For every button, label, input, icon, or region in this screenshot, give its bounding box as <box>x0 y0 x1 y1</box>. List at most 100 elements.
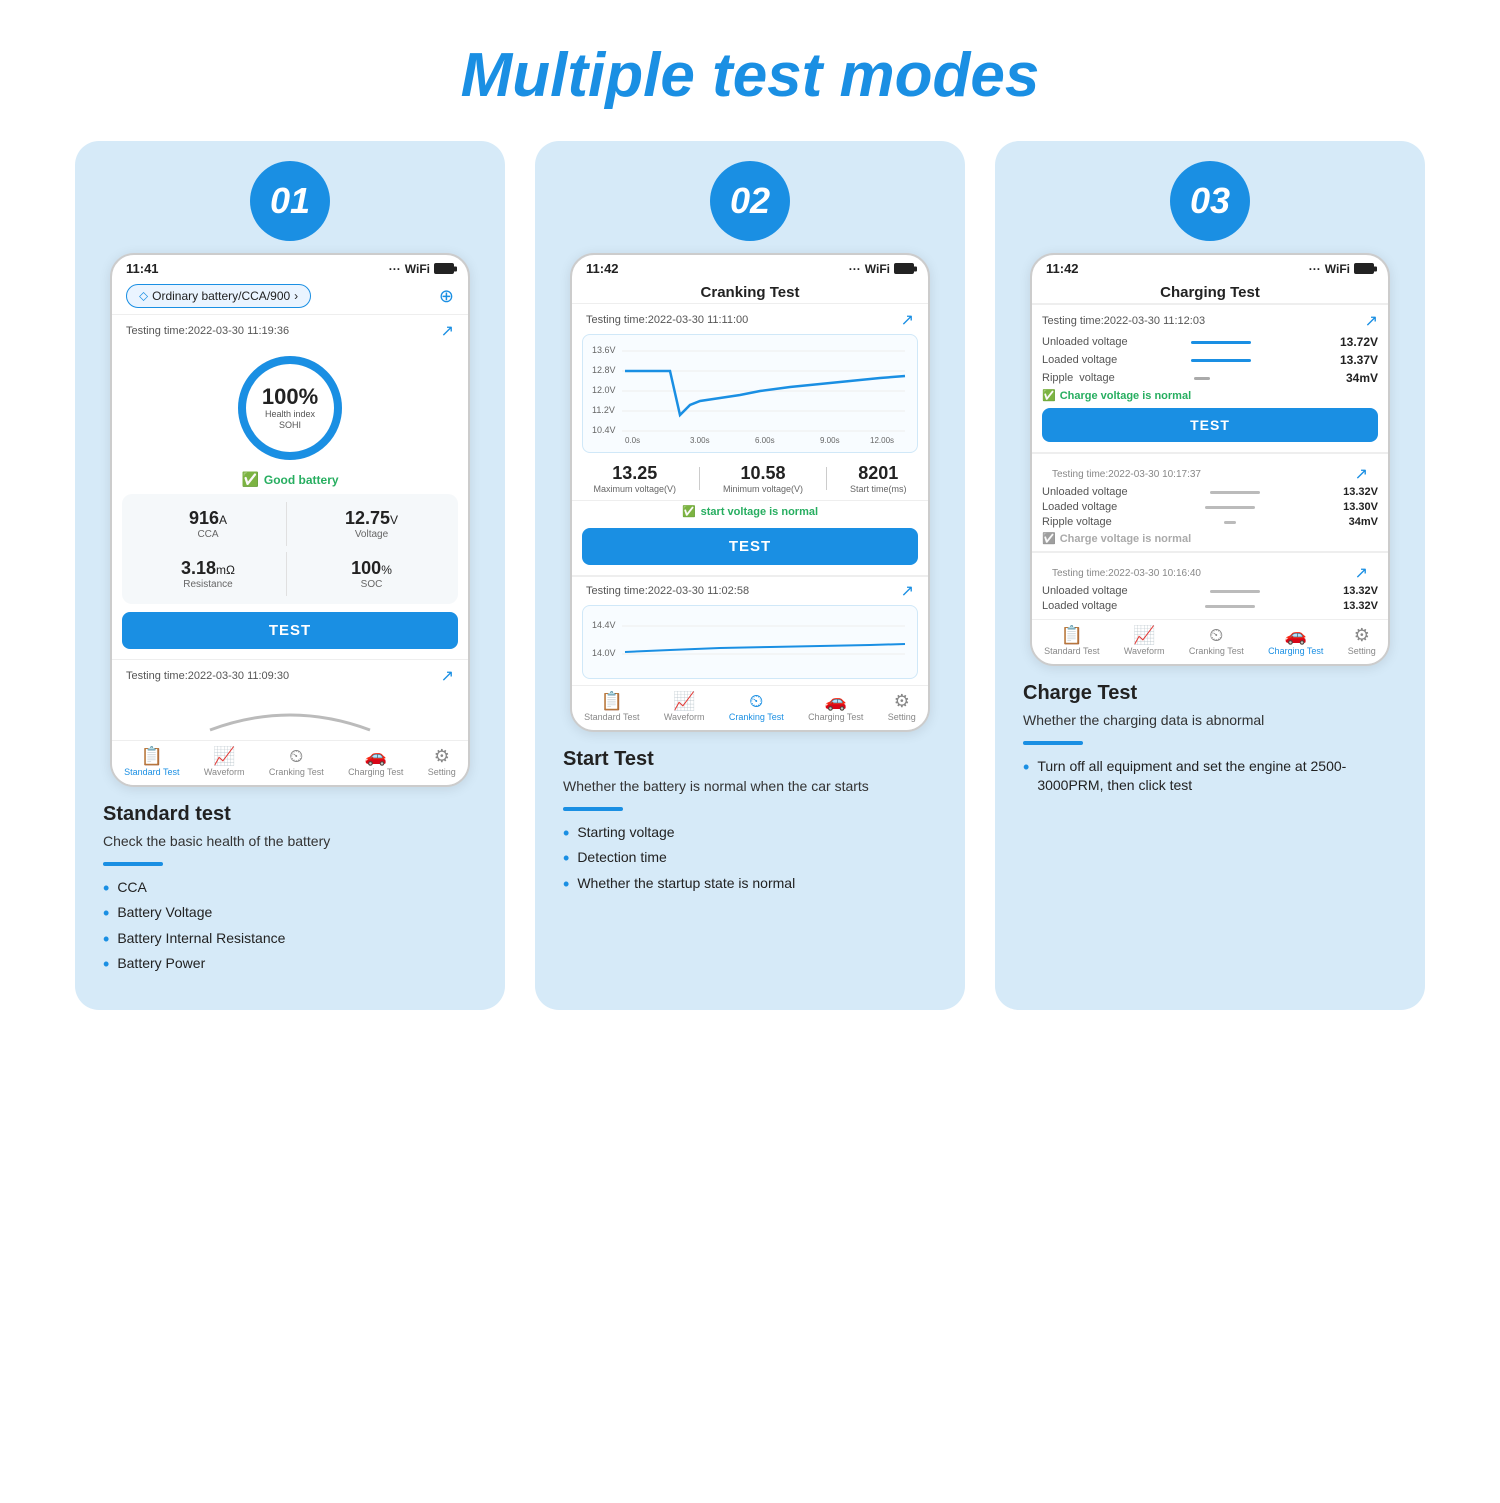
good-battery-text: Good battery <box>264 473 339 487</box>
test-button-c[interactable]: TEST <box>582 528 918 565</box>
testing-time-1: Testing time:2022-03-30 11:19:36 <box>126 325 289 337</box>
charge-test-btn[interactable]: TEST <box>1042 408 1378 442</box>
badge-01: 01 <box>250 161 330 241</box>
hist-unloaded-label: Unloaded voltage <box>1042 486 1128 498</box>
cranking-icon: ⏲ <box>289 747 303 765</box>
cranking-testing-time-1: Testing time:2022-03-30 11:11:00 ↗ <box>572 304 928 334</box>
nav-cranking-2[interactable]: ⏲ Cranking Test <box>729 692 784 722</box>
share-icon-ch2[interactable]: ↗ <box>1355 464 1368 484</box>
start-normal-row: ✅ start voltage is normal <box>572 501 928 524</box>
loaded-row-1: Loaded voltage 13.37V <box>1042 353 1378 367</box>
hist-line-5 <box>1205 605 1255 608</box>
hist-unloaded-val: 13.32V <box>1343 486 1378 498</box>
list-item: •CCA <box>103 878 477 898</box>
svg-text:6.00s: 6.00s <box>755 436 775 443</box>
min-voltage-metric: 10.58 Minimum voltage(V) <box>723 463 803 494</box>
badge-03: 03 <box>1170 161 1250 241</box>
cranking-chart-2: 14.4V 14.0V <box>582 605 918 679</box>
svg-text:12.8V: 12.8V <box>592 365 616 375</box>
charging-title-row: Charging Test <box>1032 280 1388 303</box>
charge-history-2: Testing time:2022-03-30 10:16:40 ↗ Unloa… <box>1032 552 1388 619</box>
card2-desc: Start Test Whether the battery is normal… <box>555 732 945 899</box>
add-icon[interactable]: ⊕ <box>439 286 454 307</box>
cranking-time-2: Testing time:2022-03-30 11:02:58 <box>586 585 749 597</box>
nav-standard-1[interactable]: 📋 Standard Test <box>124 747 179 777</box>
share-icon-1[interactable]: ↗ <box>441 321 454 341</box>
standard-test-icon-3: 📋 <box>1061 626 1083 644</box>
nav-standard-2[interactable]: 📋 Standard Test <box>584 692 639 722</box>
sohi-label: SOHI <box>262 420 318 431</box>
test-button-1[interactable]: TEST <box>122 612 458 649</box>
resistance-value: 3.18mΩ <box>181 558 235 579</box>
ripple-val-1: 34mV <box>1346 371 1378 385</box>
nav-standard-label-1: Standard Test <box>124 767 179 777</box>
card-charging: 03 11:42 ··· WiFi Charging Test Testing … <box>995 141 1425 1010</box>
bottom-nav-3: 📋 Standard Test 📈 Waveform ⏲ Cranking Te… <box>1032 619 1388 664</box>
list-item: •Battery Voltage <box>103 903 477 923</box>
nav-waveform-1[interactable]: 📈 Waveform <box>204 747 245 777</box>
nav-waveform-3[interactable]: 📈 Waveform <box>1124 626 1165 656</box>
share-icon-c2[interactable]: ↗ <box>901 581 914 601</box>
testing-time-2: Testing time:2022-03-30 11:09:30 <box>126 670 289 682</box>
charging-icon: 🚗 <box>365 747 387 765</box>
battery-icon-1 <box>434 263 454 274</box>
charge-hist-header-1: Testing time:2022-03-30 10:17:37 ↗ <box>1042 460 1378 486</box>
nav-setting-2[interactable]: ⚙ Setting <box>888 692 916 722</box>
cranking-time-1: Testing time:2022-03-30 11:11:00 <box>586 314 748 326</box>
nav-standard-3[interactable]: 📋 Standard Test <box>1044 626 1099 656</box>
setting-icon-1: ⚙ <box>434 747 450 765</box>
bottom-nav-1: 📋 Standard Test 📈 Waveform ⏲ Cranking Te… <box>112 740 468 785</box>
nav-standard-label-2: Standard Test <box>584 712 639 722</box>
phone-charging: 11:42 ··· WiFi Charging Test Testing tim… <box>1030 253 1390 666</box>
nav-waveform-2[interactable]: 📈 Waveform <box>664 692 705 722</box>
nav-charging-1[interactable]: 🚗 Charging Test <box>348 747 403 777</box>
cards-row: 01 11:41 ··· WiFi ⬦ Ordinary battery/CCA… <box>0 141 1500 1050</box>
charging-icon-3: 🚗 <box>1285 626 1307 644</box>
share-icon-2[interactable]: ↗ <box>441 666 454 686</box>
unloaded-val-1: 13.72V <box>1340 335 1378 349</box>
loaded-label-1: Loaded voltage <box>1042 354 1191 366</box>
nav-charging-3[interactable]: 🚗 Charging Test <box>1268 626 1323 656</box>
bluetooth-icon: ⬦ <box>139 288 148 304</box>
nav-cranking-1[interactable]: ⏲ Cranking Test <box>269 747 324 777</box>
check-icon: ✅ <box>241 471 258 488</box>
nav-cranking-label-3: Cranking Test <box>1189 646 1244 656</box>
card-cranking: 02 11:42 ··· WiFi Cranking Test Testing … <box>535 141 965 1010</box>
min-voltage-val: 10.58 <box>740 463 785 484</box>
nav-waveform-label-2: Waveform <box>664 712 705 722</box>
cranking-title-row: Cranking Test <box>572 280 928 303</box>
nav-waveform-label-3: Waveform <box>1124 646 1165 656</box>
testing-time-row-1: Testing time:2022-03-30 11:19:36 ↗ <box>112 315 468 345</box>
nav-setting-3[interactable]: ⚙ Setting <box>1348 626 1376 656</box>
voltage-metric: 12.75V Voltage <box>293 502 450 546</box>
wifi-icon-3: WiFi <box>1325 262 1350 276</box>
list-item: •Whether the startup state is normal <box>563 874 937 894</box>
nav-charging-label-2: Charging Test <box>808 712 863 722</box>
start-normal-text: start voltage is normal <box>701 506 818 518</box>
waveform-icon-2: 📈 <box>673 692 695 710</box>
hist-unloaded-1: Unloaded voltage 13.32V <box>1042 486 1378 498</box>
cranking-testing-time-2: Testing time:2022-03-30 11:02:58 ↗ <box>572 576 928 605</box>
list-item: •Battery Power <box>103 954 477 974</box>
hist-line-4 <box>1210 590 1260 593</box>
nav-cranking-label-1: Cranking Test <box>269 767 324 777</box>
bluetooth-badge[interactable]: ⬦ Ordinary battery/CCA/900 › <box>126 284 311 308</box>
share-icon-c1[interactable]: ↗ <box>901 310 914 330</box>
svg-text:14.4V: 14.4V <box>592 620 616 630</box>
share-icon-ch1[interactable]: ↗ <box>1365 311 1378 331</box>
cranking-screen-title: Cranking Test <box>701 284 800 301</box>
cranking-chart-svg-2: 14.4V 14.0V <box>589 614 911 669</box>
crank-div-2 <box>826 467 827 490</box>
wifi-icon-1: WiFi <box>405 262 430 276</box>
hist-loaded-label-2: Loaded voltage <box>1042 600 1117 612</box>
bottom-nav-2: 📋 Standard Test 📈 Waveform ⏲ Cranking Te… <box>572 685 928 730</box>
share-icon-ch3[interactable]: ↗ <box>1355 563 1368 583</box>
chevron-icon: › <box>294 289 298 303</box>
svg-text:10.4V: 10.4V <box>592 425 616 435</box>
bullet-text: Battery Internal Resistance <box>117 929 285 949</box>
nav-cranking-3[interactable]: ⏲ Cranking Test <box>1189 626 1244 656</box>
nav-setting-1[interactable]: ⚙ Setting <box>428 747 456 777</box>
nav-charging-2[interactable]: 🚗 Charging Test <box>808 692 863 722</box>
badge-02: 02 <box>710 161 790 241</box>
signal-icon-3: ··· <box>1309 262 1321 276</box>
